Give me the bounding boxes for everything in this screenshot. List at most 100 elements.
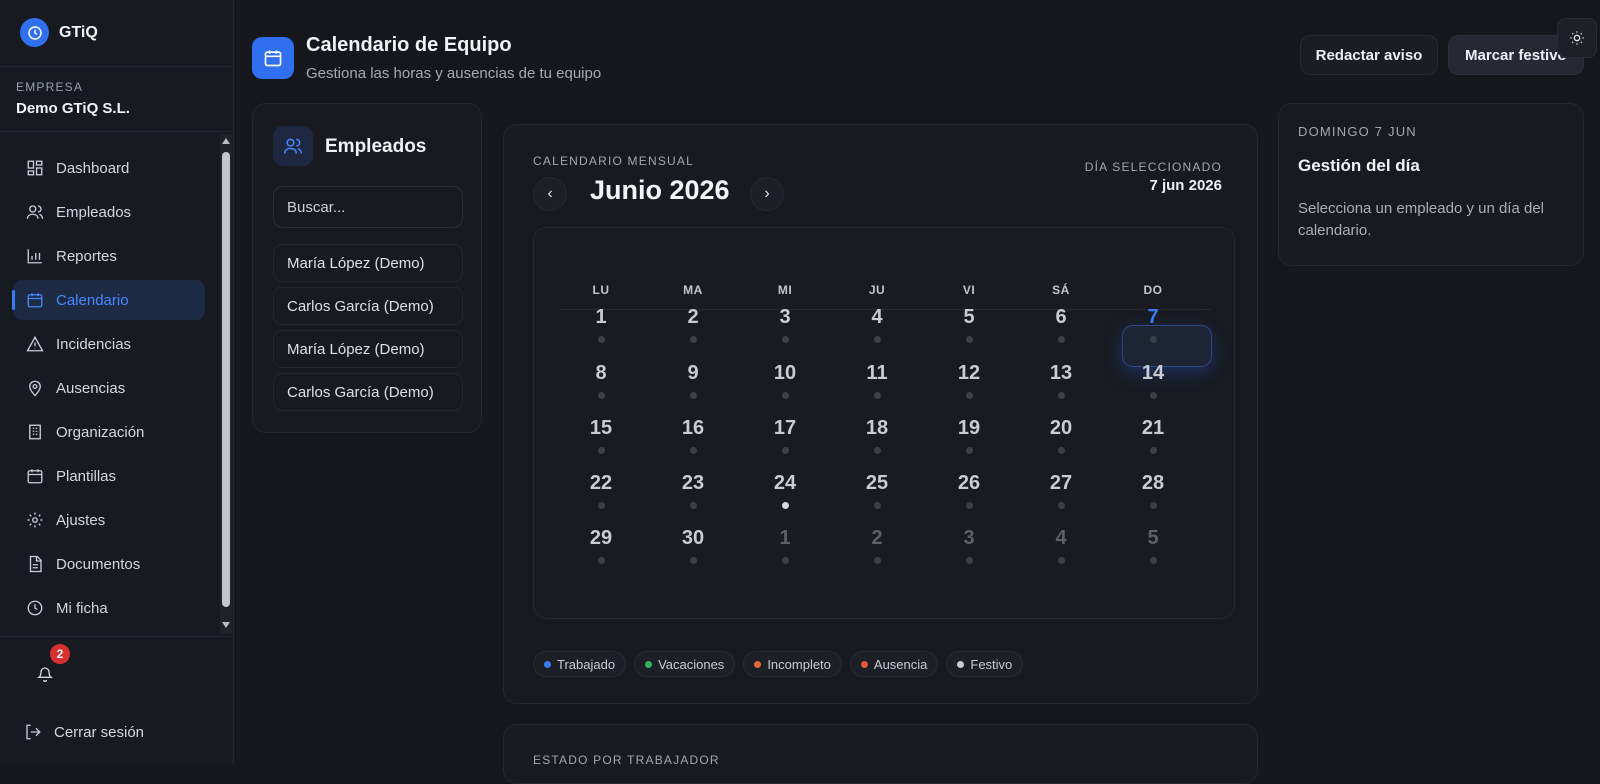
calendar-day[interactable]: 12: [929, 362, 1009, 399]
day-number: 23: [681, 472, 705, 494]
calendar-day[interactable]: 5: [1113, 527, 1193, 564]
scroll-down-arrow-icon[interactable]: [222, 622, 230, 628]
legend-vacaciones: Vacaciones: [634, 651, 736, 677]
calendar-day[interactable]: 25: [837, 472, 917, 509]
sidebar-item-label: Empleados: [56, 203, 132, 221]
day-number: 29: [589, 527, 613, 549]
weekday-header: MA: [683, 283, 703, 297]
calendar-day[interactable]: 3: [929, 527, 1009, 564]
dashboard-icon: [27, 160, 43, 176]
calendar-day[interactable]: 23: [653, 472, 733, 509]
next-month-button[interactable]: ›: [750, 177, 784, 211]
calendar-day[interactable]: 11: [837, 362, 917, 399]
brand[interactable]: GTiQ: [20, 18, 98, 47]
calendar-day[interactable]: 13: [1021, 362, 1101, 399]
calendar-day[interactable]: 27: [1021, 472, 1101, 509]
calendar-day[interactable]: 2: [653, 306, 733, 343]
calendar-day[interactable]: 9: [653, 362, 733, 399]
day-number: 17: [773, 417, 797, 439]
day-number: 11: [866, 362, 888, 384]
calendar-day[interactable]: 2: [837, 527, 917, 564]
day-status-dot: [965, 392, 973, 399]
calendar-day[interactable]: 6: [1021, 306, 1101, 343]
sidebar-item-ausencias[interactable]: Ausencias: [13, 368, 205, 408]
calendar-day[interactable]: 29: [561, 527, 641, 564]
chevron-right-icon: ›: [764, 185, 770, 202]
sidebar-item-label: Organización: [56, 423, 145, 441]
sidebar-item-empleados[interactable]: Empleados: [13, 192, 205, 232]
sidebar-item-dashboard[interactable]: Dashboard: [13, 148, 205, 188]
calendar-day[interactable]: 24: [745, 472, 825, 509]
logout-icon: [26, 724, 41, 740]
logout-button[interactable]: Cerrar sesión: [24, 723, 144, 741]
employee-item[interactable]: María López (Demo): [273, 244, 463, 282]
calendar-day[interactable]: 26: [929, 472, 1009, 509]
calendar-day[interactable]: 28: [1113, 472, 1193, 509]
day-status-dot: [1057, 392, 1065, 399]
employee-item[interactable]: Carlos García (Demo): [273, 373, 463, 411]
day-status-dot: [597, 502, 605, 509]
day-number: 3: [779, 306, 791, 328]
sidebar-item-ajustes[interactable]: Ajustes: [13, 500, 205, 540]
employee-item[interactable]: Carlos García (Demo): [273, 287, 463, 325]
calendar-day[interactable]: 18: [837, 417, 917, 454]
sidebar-item-label: Ajustes: [56, 511, 106, 529]
sidebar-item-mi-ficha[interactable]: Mi ficha: [13, 588, 205, 628]
scrollbar-thumb[interactable]: [222, 152, 230, 607]
calendar-day[interactable]: 16: [653, 417, 733, 454]
day-number: 5: [963, 306, 975, 328]
sidebar-item-label: Calendario: [56, 291, 129, 309]
sidebar-item-reportes[interactable]: Reportes: [13, 236, 205, 276]
sidebar: GTiQ EMPRESA Demo GTiQ S.L. Dashboard Em…: [0, 0, 234, 765]
day-number: 13: [1049, 362, 1073, 384]
redactar-aviso-button[interactable]: Redactar aviso: [1300, 35, 1438, 75]
calendar-day[interactable]: 14: [1113, 362, 1193, 399]
calendar-day[interactable]: 3: [745, 306, 825, 343]
calendar-day[interactable]: 10: [745, 362, 825, 399]
sidebar-item-plantillas[interactable]: Plantillas: [13, 456, 205, 496]
sidebar-scrollbar[interactable]: [220, 134, 232, 634]
employee-list: María López (Demo) Carlos García (Demo) …: [273, 244, 463, 416]
day-status-dot: [1149, 336, 1157, 343]
calendar-day[interactable]: 4: [837, 306, 917, 343]
calendar-day[interactable]: 22: [561, 472, 641, 509]
calendar-day[interactable]: 20: [1021, 417, 1101, 454]
employee-item[interactable]: María López (Demo): [273, 330, 463, 368]
bar-chart-icon: [27, 249, 42, 264]
sidebar-item-incidencias[interactable]: Incidencias: [13, 324, 205, 364]
day-number: 4: [1055, 527, 1067, 549]
selected-day-value: 7 jun 2026: [1149, 177, 1222, 194]
calendar-day[interactable]: 21: [1113, 417, 1193, 454]
calendar-day[interactable]: 5: [929, 306, 1009, 343]
company-info: EMPRESA Demo GTiQ S.L.: [16, 80, 130, 117]
calendar-day[interactable]: 17: [745, 417, 825, 454]
calendar-day[interactable]: 30: [653, 527, 733, 564]
sidebar-item-documentos[interactable]: Documentos: [13, 544, 205, 584]
theme-toggle-button[interactable]: [1557, 18, 1597, 58]
employee-search-input[interactable]: [273, 186, 463, 228]
scroll-up-arrow-icon[interactable]: [222, 138, 230, 144]
calendar-day[interactable]: 4: [1021, 527, 1101, 564]
sidebar-item-label: Reportes: [56, 247, 117, 265]
calendar-day[interactable]: 15: [561, 417, 641, 454]
notifications-button[interactable]: 2: [36, 644, 70, 687]
calendar-day[interactable]: 19: [929, 417, 1009, 454]
employees-title: Empleados: [325, 136, 427, 157]
day-status-dot: [873, 392, 881, 399]
calendar-day[interactable]: 1: [561, 306, 641, 343]
sidebar-item-organizacion[interactable]: Organización: [13, 412, 205, 452]
company-label: EMPRESA: [16, 80, 84, 94]
day-status-dot: [1149, 502, 1157, 509]
day-status-dot: [781, 502, 789, 509]
prev-month-button[interactable]: ‹: [533, 177, 567, 211]
calendar-day[interactable]: 7: [1113, 306, 1193, 343]
document-icon: [29, 555, 42, 573]
legend-dot: [957, 660, 965, 668]
header-calendar-icon: [252, 37, 294, 79]
legend-label: Incompleto: [767, 656, 831, 672]
chevron-left-icon: ‹: [547, 185, 553, 202]
sidebar-item-calendario[interactable]: Calendario: [12, 280, 205, 320]
calendar-day[interactable]: 1: [745, 527, 825, 564]
map-pin-icon: [29, 380, 41, 397]
calendar-day[interactable]: 8: [561, 362, 641, 399]
